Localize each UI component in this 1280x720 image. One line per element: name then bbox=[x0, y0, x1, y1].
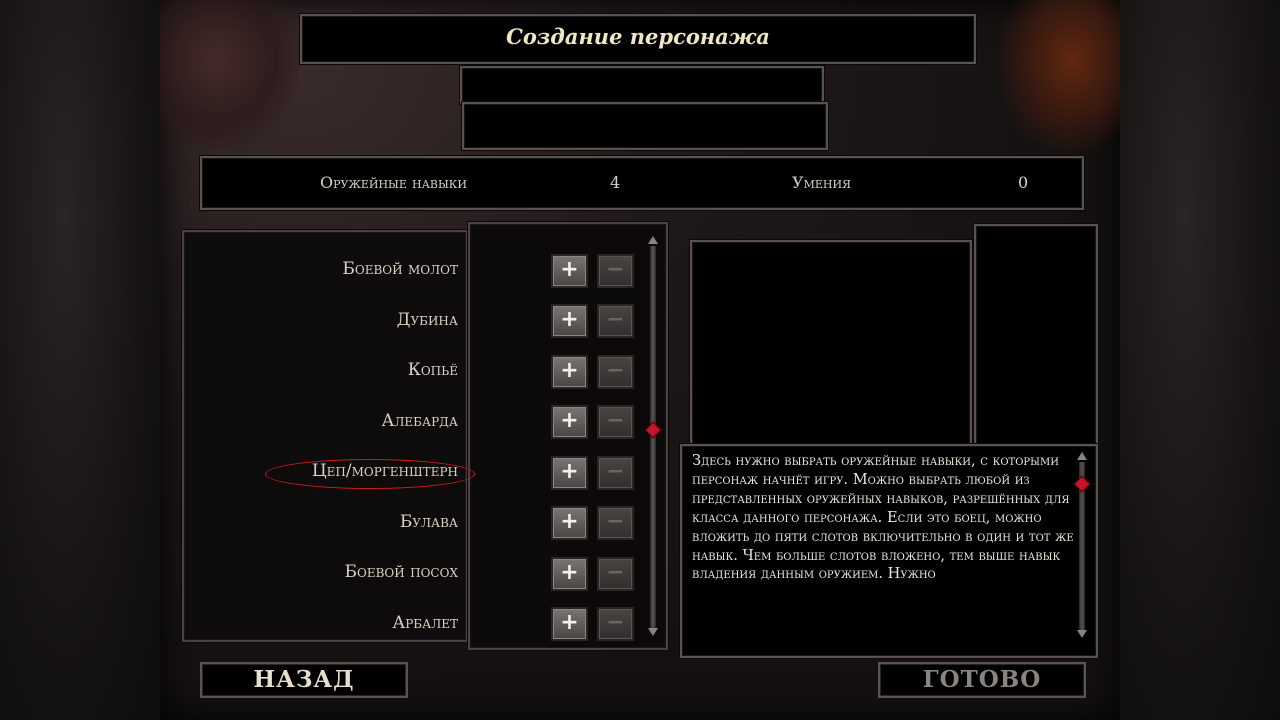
dragon-ornament-left bbox=[160, 0, 300, 150]
background-left bbox=[0, 0, 160, 720]
background-right bbox=[1120, 0, 1280, 720]
decrease-button[interactable]: − bbox=[597, 254, 634, 288]
increase-button[interactable]: + bbox=[551, 304, 588, 338]
decrease-button[interactable]: − bbox=[597, 355, 634, 389]
skill-label: Дубина bbox=[396, 310, 458, 330]
points-bar: Оружейные навыки 4 Умения 0 bbox=[200, 156, 1084, 210]
skill-label: Арбалет bbox=[392, 613, 458, 633]
weapon-skills-label: Оружейные навыки bbox=[320, 173, 467, 192]
decrease-button[interactable]: − bbox=[597, 405, 634, 439]
increase-button[interactable]: + bbox=[551, 557, 588, 591]
abilities-points: 0 bbox=[1018, 173, 1029, 192]
decrease-button[interactable]: − bbox=[597, 506, 634, 540]
skill-label: Боевой посох bbox=[344, 562, 458, 582]
skill-label: Копьё bbox=[407, 360, 458, 380]
increase-button[interactable]: + bbox=[551, 405, 588, 439]
skill-label: Боевой молот bbox=[342, 259, 458, 279]
title-bar: Создание персонажа bbox=[300, 14, 976, 64]
skill-image-panel bbox=[690, 240, 972, 446]
title-subpanel-bottom bbox=[462, 102, 828, 150]
scroll-down-arrow-icon[interactable] bbox=[648, 628, 658, 636]
increase-button[interactable]: + bbox=[551, 607, 588, 641]
title-subpanel-top bbox=[460, 66, 824, 104]
decrease-button[interactable]: − bbox=[597, 607, 634, 641]
skill-label: Цеп/моргенштерн bbox=[311, 461, 458, 481]
scroll-up-arrow-icon[interactable] bbox=[1077, 452, 1087, 460]
increase-button[interactable]: + bbox=[551, 355, 588, 389]
decrease-button[interactable]: − bbox=[597, 304, 634, 338]
page-title: Создание персонажа bbox=[506, 24, 770, 49]
decrease-button[interactable]: − bbox=[597, 456, 634, 490]
dragon-ornament-right bbox=[1000, 0, 1120, 150]
skill-icon-panel bbox=[974, 224, 1098, 446]
increase-button[interactable]: + bbox=[551, 506, 588, 540]
done-button[interactable]: ГОТОВО bbox=[878, 662, 1086, 698]
skill-label: Алебарда bbox=[381, 411, 458, 431]
back-button[interactable]: НАЗАД bbox=[200, 662, 408, 698]
abilities-label: Умения bbox=[792, 173, 851, 192]
skill-label: Булава bbox=[399, 512, 458, 532]
weapon-skills-points: 4 bbox=[610, 173, 621, 192]
decrease-button[interactable]: − bbox=[597, 557, 634, 591]
scroll-down-arrow-icon[interactable] bbox=[1077, 630, 1087, 638]
scroll-up-arrow-icon[interactable] bbox=[648, 236, 658, 244]
increase-button[interactable]: + bbox=[551, 254, 588, 288]
increase-button[interactable]: + bbox=[551, 456, 588, 490]
description-text: Здесь нужно выбрать оружейные навыки, с … bbox=[692, 452, 1074, 583]
